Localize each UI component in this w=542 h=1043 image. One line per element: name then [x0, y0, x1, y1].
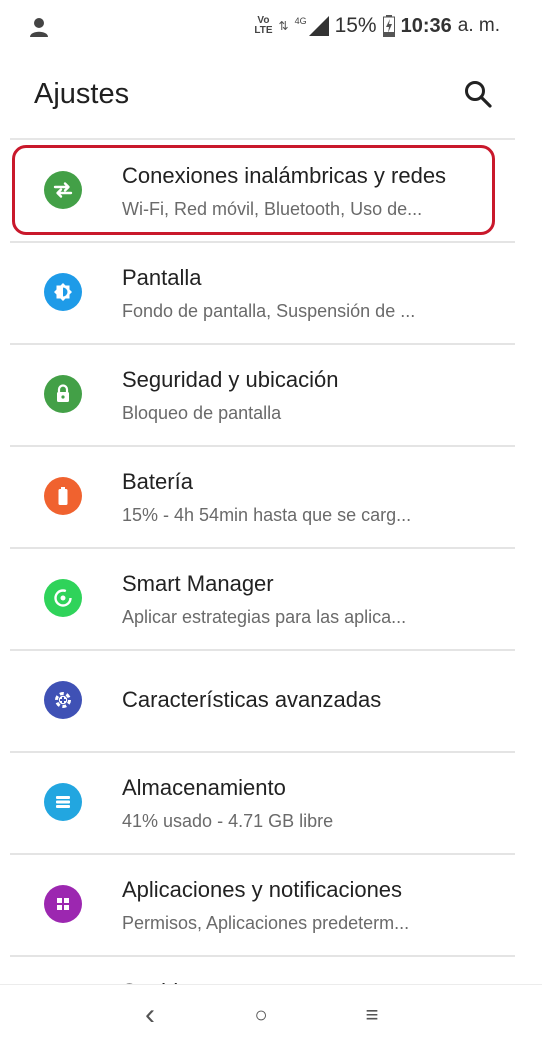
swap-arrows-icon [44, 171, 82, 209]
search-icon[interactable] [462, 78, 494, 110]
smart-manager-icon [44, 579, 82, 617]
battery-charging-icon [382, 15, 395, 37]
item-subtitle: Aplicar estrategias para las aplica... [122, 607, 407, 627]
back-button[interactable]: ‹ [130, 995, 170, 1035]
home-button[interactable]: ○ [241, 995, 281, 1035]
header-divider [10, 138, 515, 140]
item-subtitle: Permisos, Aplicaciones predeterm... [122, 913, 410, 933]
settings-item-advanced-features[interactable]: Características avanzadas [10, 651, 515, 753]
battery-icon [44, 477, 82, 515]
settings-item-battery[interactable]: Batería 15% - 4h 54min hasta que se carg… [10, 447, 515, 549]
status-bar: Vo LTE ⇅ 4G 15% 10:36 a. m. [0, 0, 542, 56]
item-subtitle: Wi-Fi, Red móvil, Bluetooth, Uso de... [122, 199, 423, 219]
brightness-icon [44, 273, 82, 311]
item-title: Seguridad y ubicación [122, 367, 339, 392]
signal-icon [308, 16, 329, 36]
item-title: Almacenamiento [122, 775, 286, 800]
item-title: Pantalla [122, 265, 202, 290]
user-icon [30, 18, 48, 37]
settings-item-display[interactable]: Pantalla Fondo de pantalla, Suspensión d… [10, 243, 515, 345]
item-title: Aplicaciones y notificaciones [122, 877, 403, 902]
advanced-features-icon [44, 681, 82, 719]
volte-indicator: Vo LTE [254, 16, 272, 36]
settings-item-smart-manager[interactable]: Smart Manager Aplicar estrategias para l… [10, 549, 515, 651]
settings-list: Conexiones inalámbricas y redes Wi-Fi, R… [10, 141, 515, 1017]
data-arrows-icon: ⇅ [278, 19, 289, 33]
lock-icon [44, 375, 82, 413]
item-subtitle: 15% - 4h 54min hasta que se carg... [122, 505, 412, 525]
settings-item-wireless-networks[interactable]: Conexiones inalámbricas y redes Wi-Fi, R… [10, 141, 515, 243]
recents-button[interactable]: ≡ [352, 995, 392, 1035]
clock-ampm: a. m. [457, 15, 500, 36]
volte-bottom-label: LTE [254, 25, 273, 36]
settings-item-security[interactable]: Seguridad y ubicación Bloqueo de pantall… [10, 345, 515, 447]
item-subtitle: 41% usado - 4.71 GB libre [122, 811, 334, 831]
storage-icon [44, 783, 82, 821]
page-title: Ajustes [34, 78, 130, 110]
settings-item-apps-notifications[interactable]: Aplicaciones y notificaciones Permisos, … [10, 855, 515, 957]
battery-percent: 15% [334, 14, 377, 37]
item-subtitle: Bloqueo de pantalla [122, 403, 282, 423]
navigation-bar: ‹ ○ ≡ [0, 984, 542, 1043]
settings-item-storage[interactable]: Almacenamiento 41% usado - 4.71 GB libre [10, 753, 515, 855]
item-title: Batería [122, 469, 193, 494]
clock: 10:36 [400, 14, 452, 37]
network-type: 4G [294, 16, 307, 26]
item-subtitle: Fondo de pantalla, Suspensión de ... [122, 301, 416, 321]
item-title: Conexiones inalámbricas y redes [122, 163, 447, 188]
item-title: Smart Manager [122, 571, 274, 596]
apps-icon [44, 885, 82, 923]
status-indicators: Vo LTE ⇅ 4G 15% 10:36 a. m. [254, 14, 500, 38]
app-header: Ajustes [0, 56, 542, 136]
item-title: Características avanzadas [122, 687, 382, 712]
